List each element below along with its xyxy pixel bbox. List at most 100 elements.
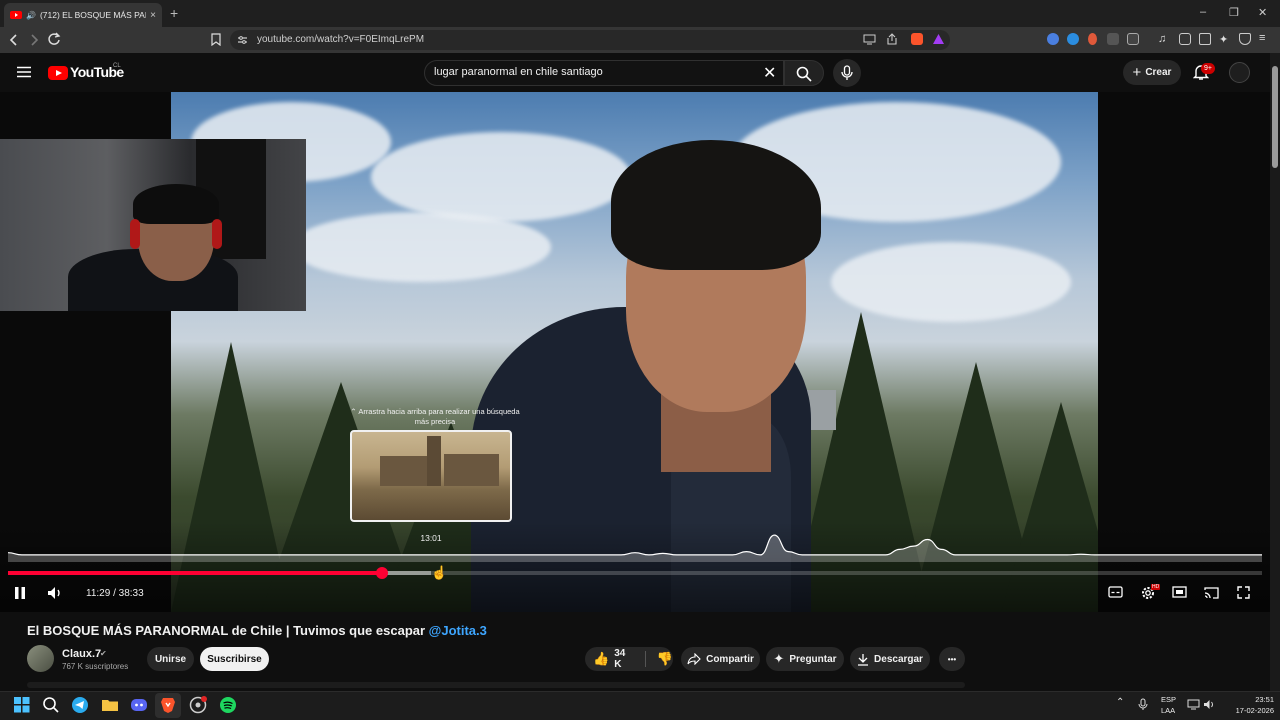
forward-arrow-icon[interactable] xyxy=(28,33,40,47)
subscribe-label: Suscribirse xyxy=(207,653,262,665)
youtube-logo-icon[interactable] xyxy=(48,66,68,80)
browser-tab-active[interactable]: 🔊 (712) EL BOSQUE MÁS PARAN × xyxy=(4,3,162,27)
ask-button[interactable]: ✦ Preguntar xyxy=(766,647,844,671)
site-settings-icon[interactable] xyxy=(237,35,248,45)
extension-1-icon[interactable] xyxy=(1047,33,1059,45)
back-arrow-icon[interactable] xyxy=(8,33,20,47)
telegram-icon[interactable] xyxy=(71,696,89,714)
volume-icon[interactable] xyxy=(47,586,65,600)
bookmark-icon[interactable] xyxy=(211,33,221,46)
plus-icon: + xyxy=(1132,64,1142,81)
browser-tab-bar xyxy=(0,0,1280,27)
video-player[interactable]: ⌃ Arrastra hacia arriba para realizar un… xyxy=(0,92,1270,612)
description-box-top[interactable] xyxy=(27,682,965,688)
close-window-button[interactable]: ✕ xyxy=(1258,6,1267,19)
hamburger-menu-icon[interactable] xyxy=(17,66,31,78)
download-button[interactable]: Descargar xyxy=(850,647,930,671)
search-button[interactable] xyxy=(784,60,824,86)
brave-shields-icon[interactable] xyxy=(911,33,923,45)
extension-4-icon[interactable] xyxy=(1127,33,1139,45)
file-explorer-icon[interactable] xyxy=(101,696,119,714)
extension-3-icon[interactable] xyxy=(1088,33,1097,45)
vpn-shield-icon[interactable] xyxy=(1239,33,1251,45)
like-count[interactable]: 34 K xyxy=(614,648,634,670)
speaker-icon[interactable]: 🔊 xyxy=(26,11,36,20)
seek-preview-thumbnail xyxy=(350,430,512,522)
new-tab-button[interactable]: + xyxy=(170,5,178,21)
share-icon xyxy=(687,653,701,665)
windows-start-icon[interactable] xyxy=(13,696,31,714)
pause-icon[interactable] xyxy=(14,586,26,600)
mention-link[interactable]: @Jotita.3 xyxy=(429,623,487,638)
network-monitor-icon[interactable] xyxy=(1187,699,1200,710)
clock-time[interactable]: 23:51 xyxy=(1244,695,1274,704)
minimize-button[interactable]: – xyxy=(1200,6,1206,18)
microphone-icon xyxy=(841,65,853,80)
taskbar-search-icon[interactable] xyxy=(42,696,60,714)
download-label: Descargar xyxy=(874,653,923,665)
channel-avatar[interactable] xyxy=(27,645,54,672)
progress-scrubber[interactable] xyxy=(375,567,388,579)
create-label: Crear xyxy=(1145,67,1172,78)
dislike-icon[interactable]: 👎 xyxy=(657,651,673,667)
chevron-up-icon: ⌃ xyxy=(350,407,357,416)
brave-rewards-icon[interactable] xyxy=(932,33,945,45)
tab-close-icon[interactable]: × xyxy=(150,10,156,21)
seek-hint: ⌃ Arrastra hacia arriba para realizar un… xyxy=(350,407,520,427)
sidebar-toggle-icon[interactable] xyxy=(1179,33,1191,45)
discord-icon[interactable] xyxy=(130,696,148,714)
seek-hint-text: Arrastra hacia arriba para realizar una … xyxy=(358,407,520,426)
tray-volume-icon[interactable] xyxy=(1203,699,1216,710)
subscribe-button[interactable]: Suscribirse xyxy=(200,647,269,671)
country-code: CL xyxy=(113,63,121,69)
share-button[interactable]: Compartir xyxy=(681,647,760,671)
reload-icon[interactable] xyxy=(47,32,61,46)
share-page-icon[interactable] xyxy=(886,33,898,45)
cast-tab-icon[interactable] xyxy=(863,34,876,45)
join-button[interactable]: Unirse xyxy=(147,647,194,671)
wallet-icon[interactable] xyxy=(1199,33,1211,45)
webcam-overlay xyxy=(0,139,306,311)
clear-search-icon[interactable]: ✕ xyxy=(763,63,776,83)
search-input[interactable]: lugar paranormal en chile santiago xyxy=(434,66,603,78)
like-icon[interactable]: 👍 xyxy=(593,651,609,667)
time-display: 11:29 / 38:33 xyxy=(86,588,144,599)
search-icon xyxy=(796,66,812,82)
more-icon: ••• xyxy=(947,654,957,664)
hd-badge: HD xyxy=(1151,584,1161,590)
tray-microphone-icon[interactable] xyxy=(1138,698,1148,711)
leo-ai-icon[interactable]: ✦ xyxy=(1219,33,1231,46)
account-avatar[interactable] xyxy=(1229,62,1250,83)
mouse-cursor-icon: ☝ xyxy=(431,565,448,580)
restore-button[interactable]: ❐ xyxy=(1229,6,1239,19)
voice-search-button[interactable] xyxy=(833,59,861,87)
extension-2-icon[interactable] xyxy=(1067,33,1079,45)
clock-date[interactable]: 17-02-2026 xyxy=(1228,706,1274,715)
browser-menu-icon[interactable]: ≡ xyxy=(1259,33,1271,45)
verified-check-icon: ✔ xyxy=(100,649,107,658)
url-text[interactable]: youtube.com/watch?v=F0EImqLrePM xyxy=(257,34,424,45)
miniplayer-icon[interactable] xyxy=(1172,586,1187,598)
create-button[interactable]: + Crear xyxy=(1123,60,1181,85)
like-dislike-group: 👍 34 K 👎 xyxy=(585,647,673,671)
tray-overflow-icon[interactable]: ⌃ xyxy=(1116,697,1124,708)
subtitles-icon[interactable] xyxy=(1108,586,1123,598)
scrollbar-thumb[interactable] xyxy=(1272,66,1278,168)
brave-browser-icon[interactable] xyxy=(159,696,177,714)
download-icon xyxy=(858,653,869,666)
more-actions-button[interactable]: ••• xyxy=(939,647,965,671)
current-time: 11:29 xyxy=(86,588,111,599)
channel-name[interactable]: Claux.7 xyxy=(62,648,101,660)
keyboard-layout-indicator[interactable]: LAA xyxy=(1161,706,1175,715)
share-label: Compartir xyxy=(706,653,754,665)
ask-label: Preguntar xyxy=(789,653,837,665)
extensions-puzzle-icon[interactable] xyxy=(1107,33,1119,45)
steam-like-app-icon[interactable] xyxy=(189,696,207,714)
language-indicator[interactable]: ESP xyxy=(1161,695,1176,704)
spotify-icon[interactable] xyxy=(219,696,237,714)
duration: 38:33 xyxy=(118,588,144,599)
notifications-badge: 9+ xyxy=(1201,63,1215,74)
cast-icon[interactable] xyxy=(1204,586,1219,599)
media-controls-icon[interactable]: ♫ xyxy=(1158,33,1170,45)
fullscreen-icon[interactable] xyxy=(1237,586,1250,599)
